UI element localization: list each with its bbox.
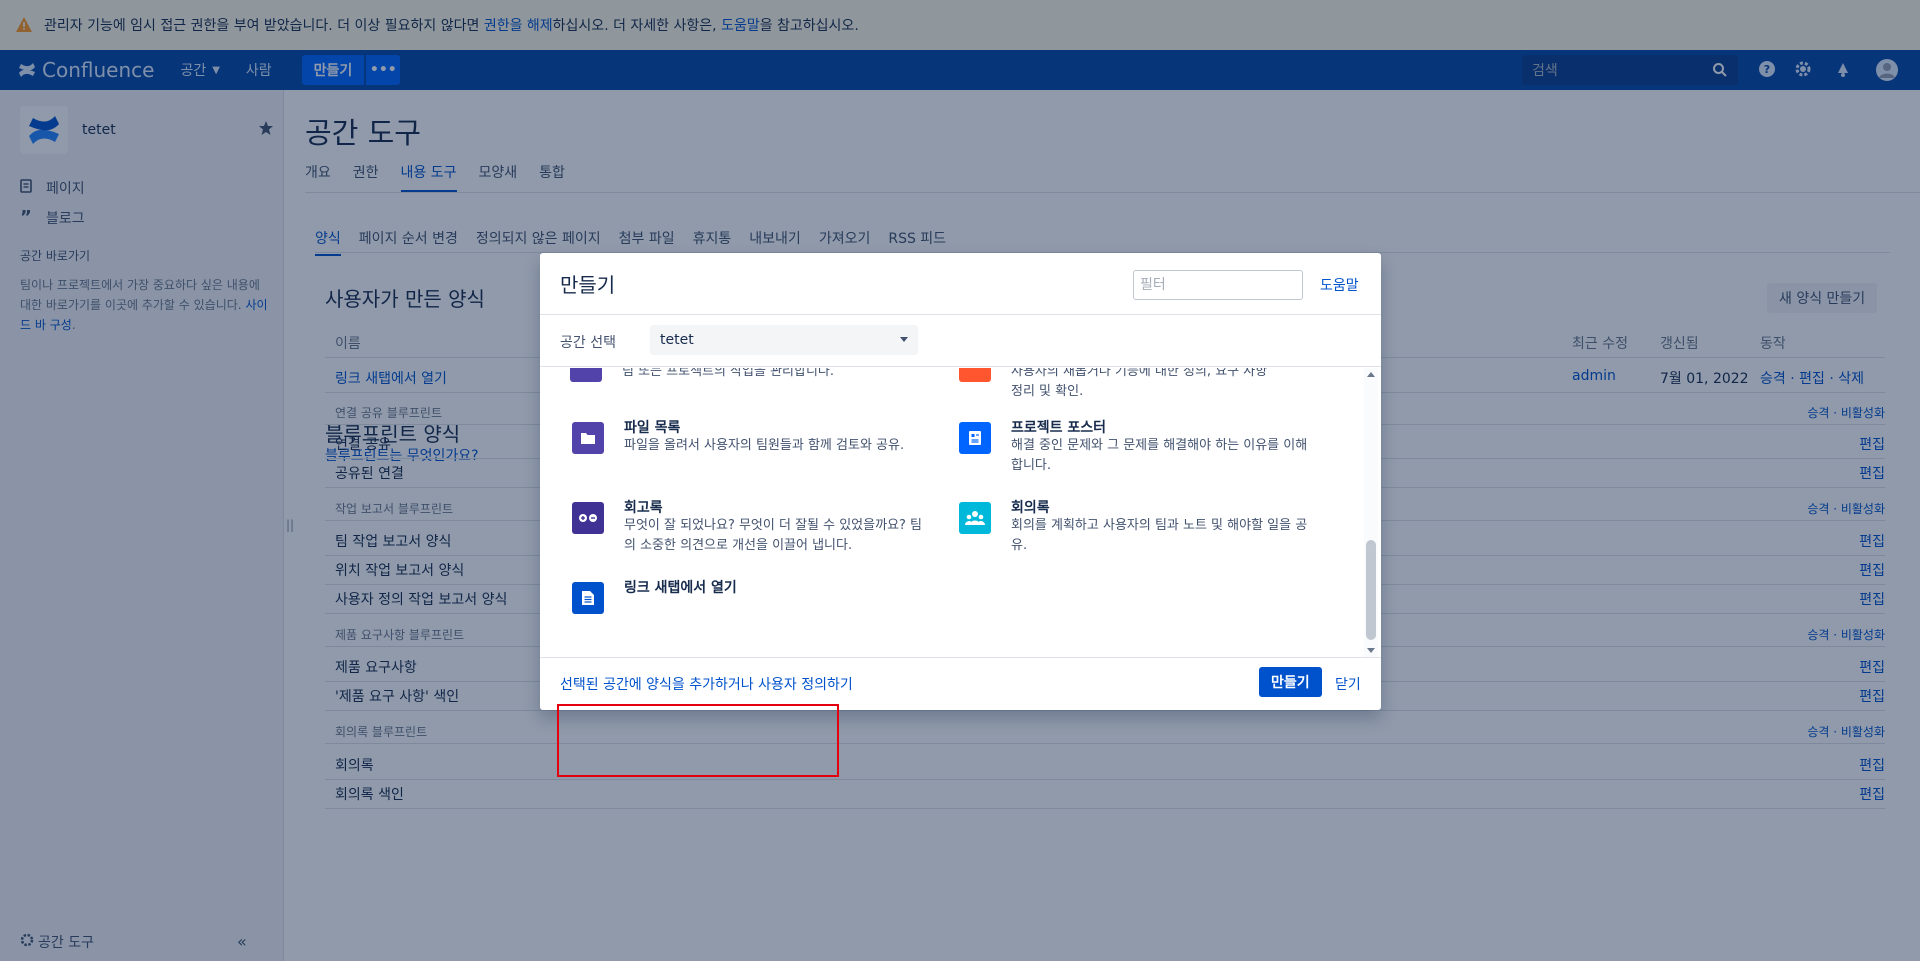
space-select-value: tetet [660,332,694,348]
blueprint-name: 파일 목록 [624,420,681,436]
blueprint-name: 회의록 [1011,500,1050,516]
blueprint-name: 링크 새탭에서 열기 [624,580,737,596]
space-select[interactable]: tetet [650,325,918,355]
caret-down-icon [900,337,908,342]
blueprint-desc-line-2: 정리 및 확인. [1011,384,1084,399]
dialog-create-button[interactable]: 만들기 [1259,667,1322,697]
scroll-down-arrow-icon[interactable] [1367,648,1375,653]
poster-icon [959,422,991,454]
folder-icon [572,422,604,454]
blueprint-name: 프로젝트 포스터 [1011,420,1107,436]
document-icon [572,582,604,614]
space-select-row: 공간 선택 tetet [540,315,1381,367]
meeting-icon [959,502,991,534]
selection-highlight [557,704,839,777]
blueprint-desc: 사용자의 새롭거나 기능에 대한 정의, 요구 사항정리 및 확인. [1011,368,1311,402]
blueprint-name: 회고록 [624,500,663,516]
customize-templates-link[interactable]: 선택된 공간에 양식을 추가하거나 사용자 정의하기 [560,674,853,694]
dialog-header: 만들기 도움말 [540,253,1381,315]
filter-input[interactable] [1133,270,1303,300]
dialog-title: 만들기 [560,273,616,297]
blueprint-desc: 해결 중인 문제와 그 문제를 해결해야 하는 이유를 이해합니다. [1011,438,1308,473]
retro-icon [572,502,604,534]
blueprint-desc: 팀 또는 프로젝트의 작업을 관리합니다. [622,368,835,379]
create-dialog: 만들기 도움말 공간 선택 tetet 팀 또는 프로젝트의 작업을 관리합니다… [540,253,1381,777]
blueprint-icon [959,368,991,382]
blueprint-desc: 무엇이 잘 되었나요? 무엇이 더 잘될 수 있었을까요? 팀의 소중한 의견으… [624,518,923,553]
dialog-help-link[interactable]: 도움말 [1320,275,1359,295]
blueprint-icon [570,368,602,382]
blueprint-list: 팀 또는 프로젝트의 작업을 관리합니다. 사용자의 새롭거나 기능에 대한 정… [540,368,1381,658]
blueprint-desc: 파일을 올려서 사용자의 팀원들과 함께 검토와 공유. [624,438,905,453]
scrollbar-thumb[interactable] [1366,540,1376,640]
blueprint-desc-line-1: 사용자의 새롭거나 기능에 대한 정의, 요구 사항 [1011,368,1268,379]
dialog-close-button[interactable]: 닫기 [1335,674,1361,694]
space-select-label: 공간 선택 [560,335,616,351]
dialog-scrollbar[interactable] [1364,368,1378,657]
scroll-up-arrow-icon[interactable] [1367,372,1375,377]
blueprint-desc: 회의를 계획하고 사용자의 팀과 노트 및 해야할 일을 공유. [1011,518,1308,553]
